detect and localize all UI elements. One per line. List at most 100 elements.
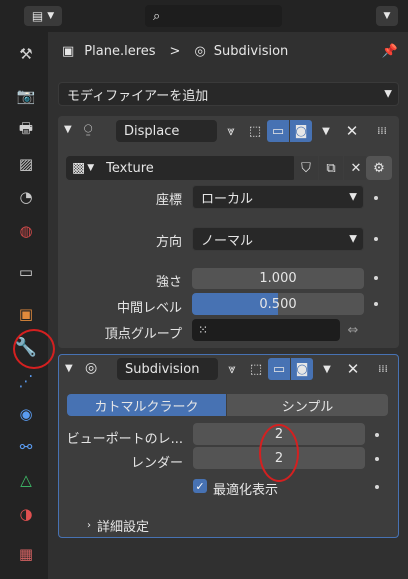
keyframe-dot[interactable]: [374, 237, 378, 241]
add-modifier-dropdown[interactable]: モディファイアーを追加 ▼: [58, 82, 399, 106]
bottom-area: [48, 546, 408, 579]
chevron-down-icon: ▼: [349, 191, 357, 203]
optimal-display-label: 最適化表示: [213, 483, 279, 498]
render-tab-icon[interactable]: 📷: [16, 86, 36, 106]
edit-mode-toggle-icon[interactable]: ⩔: [221, 358, 243, 380]
object-name: Plane.leres: [84, 43, 156, 59]
modifier-icon: ◎: [194, 43, 206, 59]
advanced-subpanel-header[interactable]: › 詳細設定: [87, 516, 149, 535]
strength-field[interactable]: 1.000: [192, 268, 364, 289]
view-layer-tab-icon[interactable]: ▨: [16, 154, 36, 174]
close-icon[interactable]: ✕: [343, 358, 363, 380]
collapse-chevron-icon[interactable]: ▼: [65, 363, 73, 374]
tab-simple[interactable]: シンプル: [227, 394, 388, 416]
displace-name-field[interactable]: Displace: [116, 120, 217, 142]
strength-value: 1.000: [259, 271, 297, 286]
displace-modifier-panel: ▼ ⍜ Displace ⩔ ⬚ ▭ ◙ ▼ ✕ ⁞⁞⁞ ▩ ▼ Texture…: [58, 116, 399, 348]
physics-tab-icon[interactable]: ◉: [16, 404, 36, 424]
subdivision-modifier-panel: ▼ ◎ Subdivision ⩔ ⬚ ▭ ◙ ▼ ✕ ⁞⁞⁞ カトマルクラーク…: [58, 354, 399, 538]
texture-settings-toggle-icon[interactable]: ⚙: [366, 156, 392, 180]
tab-catmull-clark[interactable]: カトマルクラーク: [67, 394, 226, 416]
drag-handle-icon[interactable]: ⁞⁞⁞: [370, 120, 394, 142]
duplicate-icon[interactable]: ⧉: [319, 156, 343, 180]
coords-value: ローカル: [201, 191, 254, 207]
editor-type-button[interactable]: ▤ ▼: [24, 6, 62, 26]
unlink-icon[interactable]: ✕: [344, 156, 368, 180]
coords-label: 座標: [155, 193, 182, 208]
modifier-name: Subdivision: [213, 43, 289, 59]
fake-user-shield-icon[interactable]: ⛉: [294, 156, 318, 180]
vertex-group-icon: ⁙: [198, 323, 209, 337]
displace-name-text: Displace: [124, 123, 180, 139]
breadcrumb-separator: >: [169, 43, 181, 59]
collapse-chevron-icon[interactable]: ▼: [64, 124, 72, 135]
pin-icon[interactable]: 📌: [382, 44, 398, 59]
direction-dropdown[interactable]: ノーマル ▼: [192, 227, 364, 251]
viewport-levels-label: ビューポートのレ...: [66, 432, 183, 447]
object-tab-icon[interactable]: ▣: [16, 304, 36, 324]
collection-tab-icon[interactable]: ▭: [16, 262, 36, 282]
optimal-display-checkbox[interactable]: ✓: [193, 479, 207, 493]
realtime-toggle-icon[interactable]: ▭: [268, 358, 290, 380]
tool-tab-icon[interactable]: ⚒: [16, 44, 36, 64]
direction-value: ノーマル: [201, 233, 254, 249]
midlevel-label: 中間レベル: [116, 301, 182, 316]
chevron-down-icon: ▼: [87, 163, 95, 173]
midlevel-value: 0.500: [259, 296, 297, 312]
invert-arrows-icon[interactable]: ⇔: [342, 319, 364, 341]
tab-simple-label: シンプル: [281, 399, 334, 415]
wrench-tab-highlight-circle: [13, 329, 55, 369]
vertex-group-field[interactable]: ⁙: [192, 319, 340, 341]
keyframe-dot[interactable]: [375, 433, 379, 437]
render-levels-label: レンダー: [130, 456, 183, 471]
properties-editor-icon: ▤: [31, 9, 44, 23]
texture-name: Texture: [106, 160, 154, 176]
object-data-tab-icon[interactable]: △: [16, 470, 36, 490]
chevron-down-icon[interactable]: ▼: [317, 358, 337, 380]
texture-checker-icon: ▩: [72, 160, 86, 176]
drag-handle-icon[interactable]: ⁞⁞⁞: [371, 358, 395, 380]
edit-mode-toggle-icon[interactable]: ⩔: [220, 120, 242, 142]
property-tabs: ⚒ 📷 🖶 ▨ ◔ ◍ ▭ ▣ 🔧 ⋰ ◉ ⚯ △ ◑ ▦: [0, 32, 48, 579]
keyframe-dot[interactable]: [375, 485, 379, 489]
keyframe-dot[interactable]: [375, 457, 379, 461]
chevron-down-icon: ▼: [47, 11, 55, 21]
chevron-down-icon: ▼: [383, 11, 391, 21]
world-tab-icon[interactable]: ◍: [16, 221, 36, 241]
direction-label: 方向: [155, 235, 182, 250]
realtime-toggle-icon[interactable]: ▭: [267, 120, 289, 142]
chevron-right-icon: ›: [87, 520, 91, 531]
texture-selector[interactable]: ▩ ▼ Texture: [66, 156, 296, 180]
strength-label: 強さ: [155, 275, 182, 290]
close-icon[interactable]: ✕: [342, 120, 362, 142]
scene-tab-icon[interactable]: ◔: [16, 187, 36, 207]
midlevel-slider[interactable]: 0.500: [192, 293, 364, 315]
texture-tab-icon[interactable]: ▦: [16, 544, 36, 564]
search-input[interactable]: ⌕: [145, 5, 282, 27]
tab-catmull-label: カトマルクラーク: [94, 399, 199, 415]
constraints-tab-icon[interactable]: ⚯: [16, 437, 36, 457]
output-tab-icon[interactable]: 🖶: [16, 119, 36, 140]
top-bar: ▤ ▼ ⌕ ▼: [0, 0, 408, 32]
displace-modifier-icon: ⍜: [84, 121, 93, 137]
options-dropdown-button[interactable]: ▼: [376, 6, 398, 26]
chevron-down-icon: ▼: [384, 88, 392, 100]
keyframe-dot[interactable]: [374, 276, 378, 280]
particles-tab-icon[interactable]: ⋰: [16, 371, 36, 391]
material-tab-icon[interactable]: ◑: [16, 504, 36, 524]
render-toggle-icon[interactable]: ◙: [291, 358, 313, 380]
keyframe-dot[interactable]: [374, 302, 378, 306]
on-cage-toggle-icon[interactable]: ⬚: [245, 358, 267, 380]
subdivision-modifier-icon: ◎: [85, 360, 98, 376]
search-icon: ⌕: [153, 8, 161, 24]
object-icon: ▣: [62, 43, 75, 59]
on-cage-toggle-icon[interactable]: ⬚: [244, 120, 266, 142]
coords-dropdown[interactable]: ローカル ▼: [192, 185, 364, 209]
render-toggle-icon[interactable]: ◙: [290, 120, 312, 142]
advanced-label: 詳細設定: [97, 520, 150, 535]
subdivision-name-field[interactable]: Subdivision: [117, 358, 218, 380]
breadcrumb: ▣ Plane.leres > ◎ Subdivision 📌: [56, 36, 406, 66]
keyframe-dot[interactable]: [374, 196, 378, 200]
chevron-down-icon[interactable]: ▼: [316, 120, 336, 142]
subdivision-name-text: Subdivision: [125, 361, 200, 377]
